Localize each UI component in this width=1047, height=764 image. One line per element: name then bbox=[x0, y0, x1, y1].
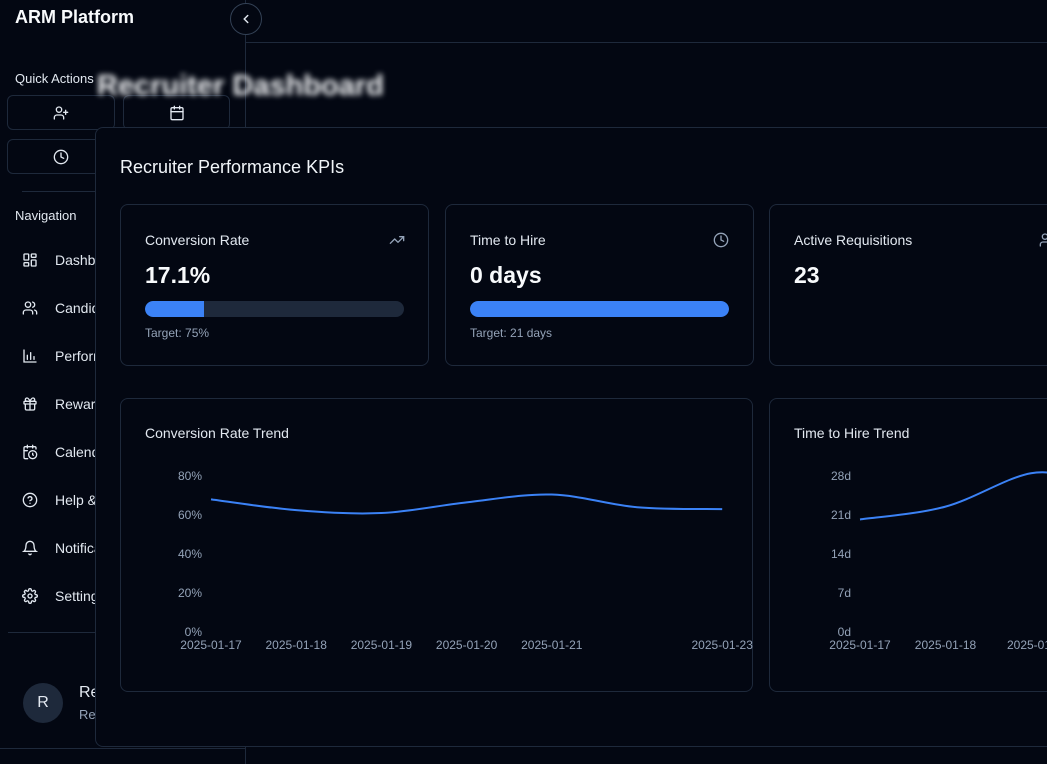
kpi-card-time-to-hire: Time to Hire 0 days Target: 21 days bbox=[445, 204, 754, 366]
x-tick-label: 2025-01-17 bbox=[180, 638, 242, 652]
user-icon bbox=[1037, 232, 1047, 248]
header-divider bbox=[246, 42, 1047, 43]
user-profile[interactable]: R Recruiter Recruiter bbox=[23, 683, 144, 723]
kpi-panel: Recruiter Performance KPIs Conversion Ra… bbox=[95, 127, 1047, 747]
panel-title: Recruiter Performance KPIs bbox=[120, 157, 345, 177]
collapse-sidebar-button[interactable] bbox=[230, 3, 262, 35]
x-tick-label: 2025-01-18 bbox=[915, 638, 977, 652]
kpi-label: Conversion Rate bbox=[145, 232, 250, 248]
page-title-text: Recruiter Dashboard bbox=[97, 70, 384, 102]
x-tick-label: 2025-01- bbox=[1007, 638, 1047, 652]
user-plus-icon bbox=[53, 105, 69, 121]
y-tick-label: 21d bbox=[831, 508, 851, 522]
x-tick-label: 2025-01-17 bbox=[829, 638, 891, 652]
y-tick-label: 14d bbox=[831, 547, 851, 561]
app-title: ARM Platform bbox=[15, 7, 135, 27]
chart-card-conversion-rate-trend: Conversion Rate Trend 0% 20% 40% 60% 80% 2025… bbox=[120, 398, 753, 692]
kpi-card-conversion-rate: Conversion Rate 17.1% Target: 75% bbox=[120, 204, 429, 366]
kpi-card-active-requisitions: Active Requisitions 23 bbox=[769, 204, 1047, 366]
chart-card-time-to-hire-trend: Time to Hire Trend 0d 7d 14d 21d 28d 2025-01-… bbox=[769, 398, 1047, 692]
help-circle-icon bbox=[22, 492, 38, 508]
y-tick-label: 0d bbox=[838, 625, 851, 639]
divider bbox=[0, 748, 246, 749]
series-line bbox=[210, 493, 723, 515]
gear-icon bbox=[22, 588, 38, 604]
kpi-value: 17.1% bbox=[145, 262, 211, 288]
kpi-target: Target: 21 days bbox=[470, 326, 553, 340]
calendar-clock-icon bbox=[22, 444, 38, 460]
chevron-left-icon bbox=[239, 12, 253, 26]
gift-icon bbox=[22, 396, 38, 412]
x-tick-label: 2025-01-21 bbox=[521, 638, 583, 652]
progress-fill bbox=[145, 301, 205, 317]
kpi-value: 0 days bbox=[470, 262, 542, 288]
avatar: R bbox=[23, 683, 63, 723]
navigation-label: Navigation bbox=[15, 208, 77, 223]
kpi-target: Target: 75% bbox=[145, 326, 210, 340]
y-tick-label: 7d bbox=[838, 586, 851, 600]
y-tick-label: 80% bbox=[178, 469, 202, 483]
progress-fill bbox=[470, 301, 729, 317]
progress-bar bbox=[145, 301, 404, 317]
y-tick-label: 40% bbox=[178, 547, 202, 561]
users-icon bbox=[22, 300, 38, 316]
x-tick-label: 2025-01-19 bbox=[351, 638, 413, 652]
x-tick-label: 2025-01-18 bbox=[266, 638, 328, 652]
x-tick-label: 2025-01-20 bbox=[436, 638, 498, 652]
dashboard-icon bbox=[22, 252, 38, 268]
clock-icon bbox=[713, 232, 729, 248]
time-to-hire-trend-chart: 0d 7d 14d 21d 28d 2025-01-17 2025-01-18 2025-01… bbox=[829, 469, 1047, 652]
progress-bar bbox=[470, 301, 729, 317]
quick-actions-label: Quick Actions bbox=[15, 71, 94, 86]
clock-icon bbox=[53, 149, 69, 165]
conversion-rate-trend-chart: 0% 20% 40% 60% 80% 2025-01-17 2025-01-18 2025-0… bbox=[178, 469, 754, 652]
y-tick-label: 0% bbox=[185, 625, 203, 639]
page-title: Recruiter Dashboard bbox=[97, 70, 384, 103]
y-tick-label: 60% bbox=[178, 508, 202, 522]
kpi-value: 23 bbox=[794, 262, 820, 288]
kpi-label: Time to Hire bbox=[470, 232, 546, 248]
series-line bbox=[859, 471, 1047, 521]
bar-chart-icon bbox=[22, 348, 38, 364]
bell-icon bbox=[22, 540, 38, 556]
calendar-icon bbox=[169, 105, 185, 121]
trending-up-icon bbox=[389, 232, 405, 248]
x-tick-label: 2025-01-23 bbox=[692, 638, 754, 652]
kpi-label: Active Requisitions bbox=[794, 232, 913, 248]
y-tick-label: 28d bbox=[831, 469, 851, 483]
y-tick-label: 20% bbox=[178, 586, 202, 600]
